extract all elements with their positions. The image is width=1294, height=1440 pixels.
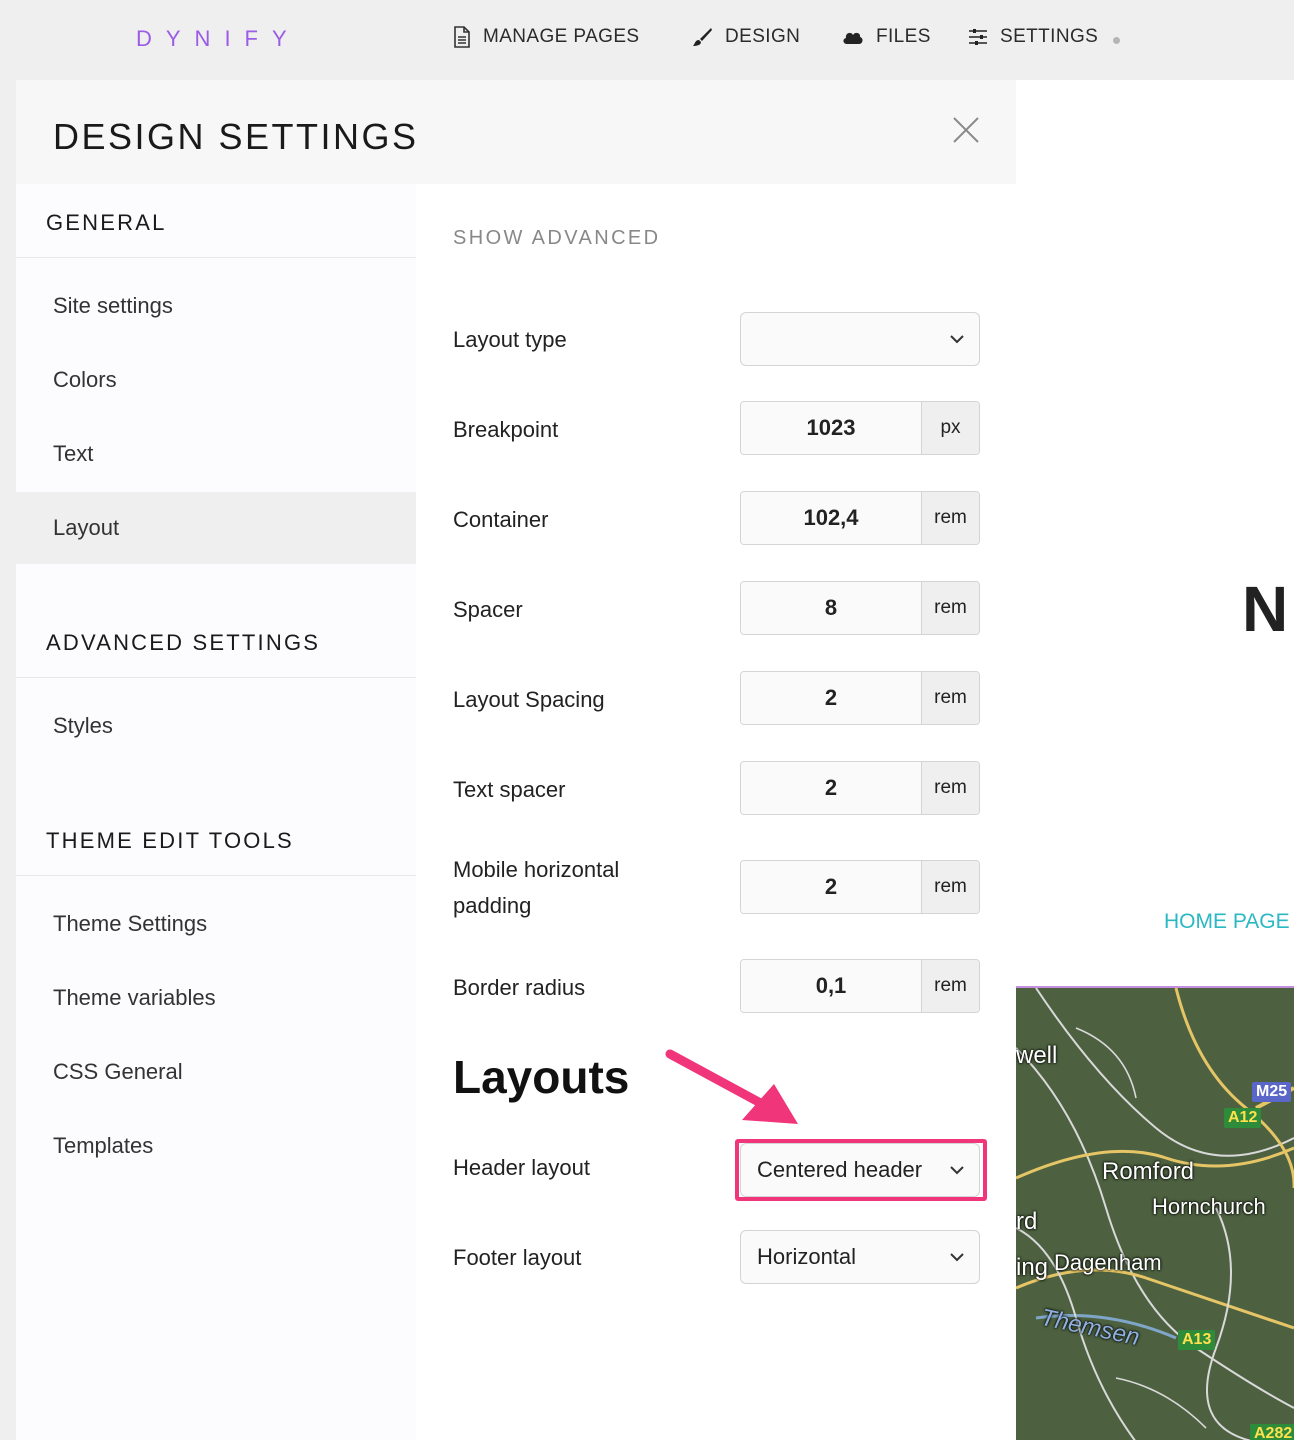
nav-files[interactable]: FILES	[842, 26, 931, 48]
container-unit: rem	[921, 492, 979, 544]
layout-spacing-input[interactable]	[741, 672, 921, 724]
sidebar-item-layout[interactable]: Layout	[16, 492, 416, 564]
map-label: Romford	[1102, 1158, 1195, 1185]
annotation-arrow-icon	[665, 1049, 798, 1124]
breakpoint-input[interactable]	[741, 402, 921, 454]
breakpoint-label: Breakpoint	[453, 417, 559, 442]
layout-spacing-unit: rem	[921, 672, 979, 724]
container-input[interactable]	[741, 492, 921, 544]
layout-type-label: Layout type	[453, 327, 567, 352]
panel-title: DESIGN SETTINGS	[53, 116, 419, 157]
header-layout-select[interactable]: Centered header	[740, 1143, 980, 1197]
border-radius-field: rem	[740, 959, 980, 1013]
mobile-padding-input[interactable]	[741, 861, 921, 913]
site-preview: N HOME PAGE well Romford Hornchurch rd i…	[1016, 80, 1294, 1440]
sidebar-item-text[interactable]: Text	[16, 418, 416, 490]
nav-settings-label: SETTINGS	[1000, 26, 1099, 47]
layout-spacing-field: rem	[740, 671, 980, 725]
map-road-badge: M25	[1252, 1082, 1292, 1102]
nav-files-label: FILES	[876, 26, 931, 47]
nav-manage-pages-label: MANAGE PAGES	[483, 26, 640, 47]
settings-sidebar: GENERAL Site settings Colors Text Layout…	[16, 184, 416, 1440]
map-label: rd	[1016, 1208, 1038, 1235]
map-road-badge: A13	[1178, 1330, 1216, 1350]
cloud-icon	[842, 28, 864, 46]
map-label: well	[1016, 1042, 1058, 1069]
footer-layout-value: Horizontal	[757, 1244, 857, 1269]
container-field: rem	[740, 491, 980, 545]
divider	[16, 257, 416, 258]
top-navigation: DYNIFY MANAGE PAGES DESIGN FILES SETTING…	[0, 0, 1294, 80]
chevron-down-icon	[935, 1252, 979, 1262]
sidebar-item-site-settings[interactable]: Site settings	[16, 270, 416, 342]
spacer-label: Spacer	[453, 597, 523, 622]
divider	[16, 875, 416, 876]
header-layout-value: Centered header	[757, 1157, 923, 1182]
mobile-padding-label: Mobile horizontal padding	[453, 857, 620, 918]
text-spacer-unit: rem	[921, 762, 979, 814]
footer-layout-select[interactable]: Horizontal	[740, 1230, 980, 1284]
mobile-padding-field: rem	[740, 860, 980, 914]
map-label: Dagenham	[1054, 1250, 1162, 1275]
sidebar-item-theme-variables[interactable]: Theme variables	[16, 962, 416, 1034]
border-radius-label: Border radius	[453, 975, 586, 1000]
text-spacer-input[interactable]	[741, 762, 921, 814]
general-heading: GENERAL	[46, 210, 167, 235]
divider	[16, 677, 416, 678]
close-button[interactable]	[950, 114, 982, 146]
map-road-badge: A12	[1224, 1108, 1262, 1128]
theme-edit-tools-heading: THEME EDIT TOOLS	[46, 828, 294, 853]
layout-spacing-label: Layout Spacing	[453, 687, 605, 712]
sidebar-item-templates[interactable]: Templates	[16, 1110, 416, 1182]
map-label: ing	[1016, 1254, 1049, 1281]
chevron-down-icon	[935, 334, 979, 344]
container-label: Container	[453, 507, 549, 532]
nav-design[interactable]: DESIGN	[691, 26, 800, 48]
spacer-field: rem	[740, 581, 980, 635]
header-layout-label: Header layout	[453, 1155, 590, 1180]
nav-manage-pages[interactable]: MANAGE PAGES	[453, 26, 640, 48]
text-spacer-label: Text spacer	[453, 777, 566, 802]
spacer-input[interactable]	[741, 582, 921, 634]
text-spacer-field: rem	[740, 761, 980, 815]
breakpoint-unit: px	[921, 402, 979, 454]
nav-design-label: DESIGN	[725, 26, 801, 47]
status-dot	[1113, 37, 1120, 44]
layout-type-select[interactable]	[740, 312, 980, 366]
show-advanced-toggle[interactable]: SHOW ADVANCED	[453, 227, 661, 250]
nav-settings[interactable]: SETTINGS	[968, 26, 1098, 48]
preview-home-link[interactable]: HOME PAGE	[1164, 910, 1290, 934]
map-image: well Romford Hornchurch rd ing Dagenham …	[1016, 986, 1294, 1440]
map-label: Hornchurch	[1152, 1194, 1266, 1219]
border-radius-input[interactable]	[741, 960, 921, 1012]
paintbrush-icon	[691, 26, 713, 48]
border-radius-unit: rem	[921, 960, 979, 1012]
chevron-down-icon	[935, 1165, 979, 1175]
sidebar-item-theme-settings[interactable]: Theme Settings	[16, 888, 416, 960]
preview-heading: N	[1242, 573, 1289, 645]
sidebar-item-styles[interactable]: Styles	[16, 690, 416, 762]
mobile-padding-unit: rem	[921, 861, 979, 913]
advanced-settings-heading: ADVANCED SETTINGS	[46, 630, 321, 655]
map-road-badge: A282	[1250, 1424, 1294, 1440]
spacer-unit: rem	[921, 582, 979, 634]
footer-layout-label: Footer layout	[453, 1245, 582, 1270]
document-icon	[453, 26, 471, 48]
close-icon	[953, 117, 979, 143]
sliders-icon	[968, 28, 988, 46]
dynify-logo[interactable]: DYNIFY	[136, 26, 301, 52]
design-settings-panel: DESIGN SETTINGS GENERAL Site settings Co…	[16, 80, 1016, 1440]
sidebar-item-colors[interactable]: Colors	[16, 344, 416, 416]
layout-settings-content: SHOW ADVANCED Layout type Breakpoint px …	[416, 184, 1016, 1440]
breakpoint-field: px	[740, 401, 980, 455]
sidebar-item-css-general[interactable]: CSS General	[16, 1036, 416, 1108]
layouts-heading: Layouts	[453, 1051, 630, 1103]
panel-header: DESIGN SETTINGS	[16, 80, 1016, 184]
